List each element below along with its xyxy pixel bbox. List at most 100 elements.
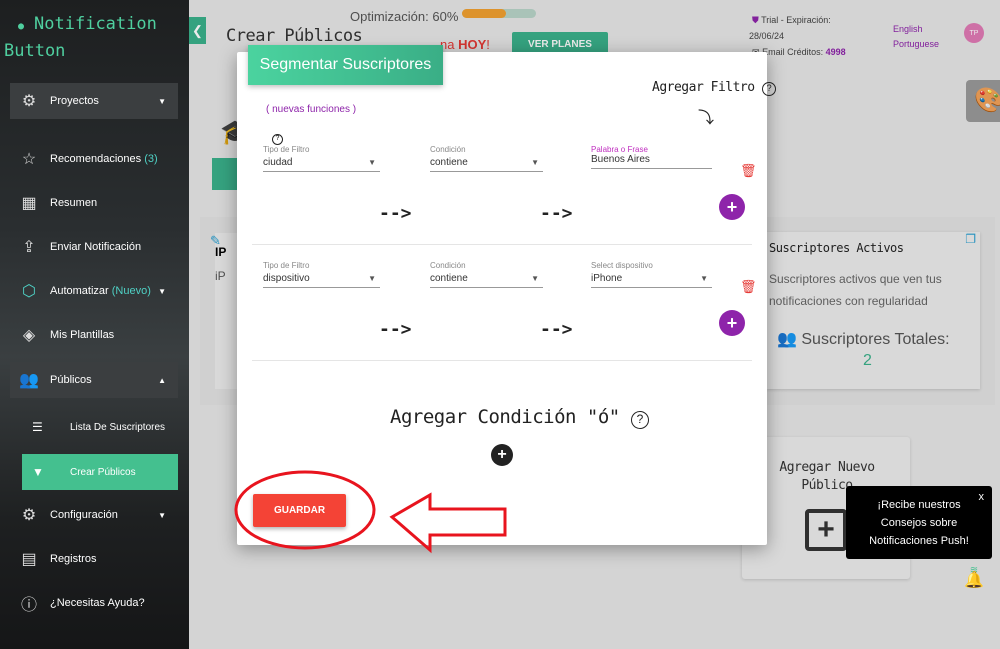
help-icon[interactable]: ? — [630, 411, 649, 429]
sidebar-item-crear-publicos[interactable]: ▼ Crear Públicos — [22, 454, 178, 490]
help-icon: ⓘ — [20, 597, 37, 614]
device-select[interactable]: iPhone ▼ — [591, 270, 712, 288]
sidebar-item-registros[interactable]: ▤ Registros — [10, 541, 178, 577]
help-icon[interactable]: ? — [272, 134, 283, 145]
caret-down-icon: ▼ — [158, 286, 166, 296]
filter-type-label: Tipo de Filtro — [263, 261, 310, 270]
caret-up-icon: ▲ — [158, 375, 166, 385]
sidebar-item-enviar[interactable]: ⇪ Enviar Notificación — [10, 229, 178, 265]
dropdown-caret-icon: ▼ — [368, 158, 376, 167]
label: ¿Necesitas Ayuda? — [50, 597, 145, 609]
divider — [252, 244, 752, 245]
tooltip-line: ¡Recibe nuestros — [877, 499, 961, 511]
project-icon: ⚙ — [21, 93, 37, 110]
arrow-connector: --> — [540, 319, 573, 340]
brand-line1: Notification — [34, 14, 157, 34]
add-and-filter-button[interactable]: + — [719, 310, 745, 336]
label: Recomendaciones — [50, 153, 142, 165]
value: contiene — [430, 157, 468, 168]
value: ciudad — [263, 157, 293, 168]
value: Buenos Aires — [591, 154, 650, 165]
close-icon[interactable]: x — [979, 488, 985, 506]
caret-down-icon: ▼ — [158, 96, 166, 106]
value: dispositivo — [263, 273, 310, 284]
arrow-connector: --> — [379, 203, 412, 224]
grid-icon: ▦ — [21, 195, 37, 212]
delete-filter-button[interactable]: 🗑 — [740, 279, 757, 295]
sidebar-item-lista-suscriptores[interactable]: ☰ Lista De Suscriptores — [22, 409, 178, 445]
delete-filter-button[interactable]: 🗑 — [740, 163, 757, 179]
condition-select[interactable]: contiene ▼ — [430, 154, 543, 172]
label: Resumen — [50, 197, 98, 209]
filter-icon: ▼ — [32, 465, 44, 479]
dropdown-caret-icon: ▼ — [531, 158, 539, 167]
trash-icon: 🗑 — [740, 163, 757, 178]
help-icon[interactable]: ? — [761, 82, 776, 96]
dropdown-caret-icon: ▼ — [368, 274, 376, 283]
star-icon: ☆ — [21, 151, 37, 168]
arrow-connector: --> — [540, 203, 573, 224]
add-filter-label: Agregar Filtro ? — [652, 80, 776, 96]
annotation-overlay — [234, 470, 507, 554]
phrase-input[interactable]: Buenos Aires — [591, 151, 712, 169]
condition-label: Condición — [430, 261, 466, 270]
label: Lista De Suscriptores — [70, 421, 166, 433]
push-tips-tooltip: x ¡Recibe nuestros Consejos sobre Notifi… — [846, 486, 992, 559]
filter-type-select[interactable]: ciudad ▼ — [263, 154, 380, 172]
trash-icon: 🗑 — [740, 279, 757, 294]
filter-row: Tipo de Filtro ciudad ▼ Condición contien… — [263, 145, 763, 255]
filter-type-label: Tipo de Filtro — [263, 145, 310, 154]
users-icon: 👥 — [19, 372, 39, 389]
dropdown-caret-icon: ▼ — [700, 274, 708, 283]
add-or-button[interactable]: + — [491, 444, 513, 466]
add-filter-text: Agregar Filtro — [652, 80, 755, 95]
caret-down-icon: ▼ — [158, 510, 166, 520]
sidebar-item-recomendaciones[interactable]: ☆ Recomendaciones (3) — [10, 141, 178, 177]
sidebar-item-plantillas[interactable]: ◈ Mis Plantillas — [10, 317, 178, 353]
badge: (Nuevo) — [111, 285, 151, 297]
label: Enviar Notificación — [50, 241, 142, 253]
condition-label: Condición — [430, 145, 466, 154]
sidebar-item-publicos[interactable]: 👥 Públicos ▲ — [10, 362, 178, 398]
tooltip-line: Notificaciones Push! — [869, 535, 969, 547]
modal-title: Segmentar Suscriptores — [248, 45, 443, 85]
brand-line2: Button — [4, 41, 66, 61]
label: Públicos — [50, 374, 92, 386]
list-icon: ☰ — [32, 420, 43, 434]
label: Automatizar — [50, 285, 109, 297]
curved-arrow-down-icon: ⤵ — [698, 110, 715, 127]
share-icon: ⇪ — [22, 239, 36, 256]
sidebar-item-configuracion[interactable]: ⚙ Configuración ▼ — [10, 497, 178, 533]
filter-type-select[interactable]: dispositivo ▼ — [263, 270, 380, 288]
sidebar-item-proyectos[interactable]: ⚙ Proyectos ▼ — [10, 83, 178, 119]
dropdown-caret-icon: ▼ — [531, 274, 539, 283]
value: contiene — [430, 273, 468, 284]
server-icon: ▤ — [21, 551, 37, 568]
value: iPhone — [591, 273, 623, 284]
layers-icon: ◈ — [22, 327, 36, 344]
highlight-ellipse — [234, 470, 376, 550]
bell-icon[interactable]: ≋ 🔔 — [964, 566, 984, 589]
add-or-condition: Agregar Condición "ó" ? — [390, 406, 649, 429]
sidebar: ● Notification Button ⚙ Proyectos ▼ ☆ Recomen… — [0, 0, 189, 649]
brand-logo[interactable]: ● Notification Button — [4, 12, 157, 63]
badge: (3) — [144, 153, 158, 165]
filter-row: Tipo de Filtro dispositivo ▼ Condición co… — [263, 261, 763, 371]
label: Proyectos — [50, 95, 99, 107]
label: Crear Públicos — [70, 466, 136, 478]
tooltip-line: Consejos sobre — [880, 517, 958, 529]
arrow-connector: --> — [379, 319, 412, 340]
automation-icon: ⬡ — [22, 283, 36, 300]
add-or-label: Agregar Condición "ó" — [390, 406, 620, 428]
label: Configuración — [50, 509, 118, 521]
label: Registros — [50, 553, 97, 565]
sidebar-item-ayuda[interactable]: ⓘ ¿Necesitas Ayuda? — [10, 585, 178, 621]
sidebar-item-resumen[interactable]: ▦ Resumen — [10, 185, 178, 221]
condition-select[interactable]: contiene ▼ — [430, 270, 543, 288]
add-and-filter-button[interactable]: + — [719, 194, 745, 220]
gear-icon: ⚙ — [21, 507, 37, 524]
sidebar-item-automatizar[interactable]: ⬡ Automatizar (Nuevo) ▼ — [10, 273, 178, 309]
arrow-left-annotation — [389, 492, 507, 554]
label: Mis Plantillas — [50, 329, 115, 341]
new-features-link[interactable]: ( nuevas funciones ) — [266, 104, 356, 115]
